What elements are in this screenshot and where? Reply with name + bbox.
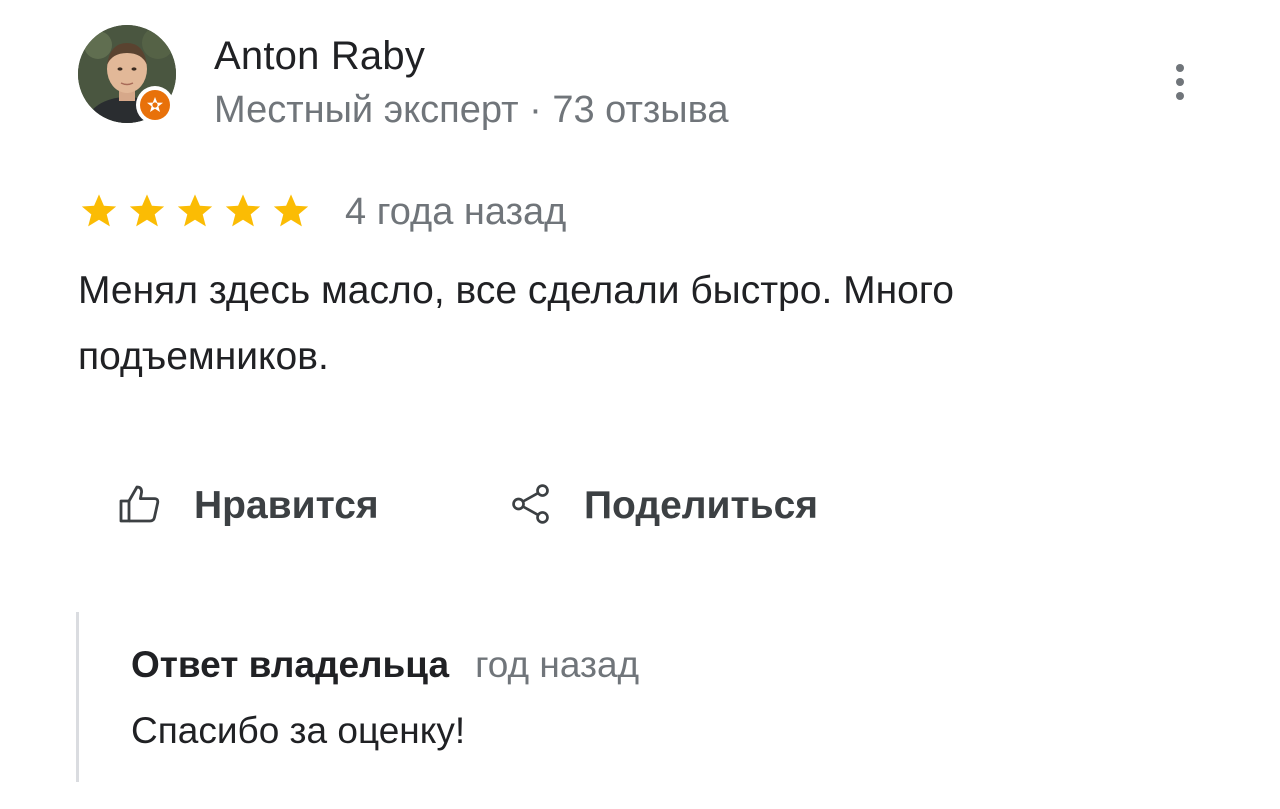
star-icon [126,190,168,232]
more-vert-icon [1176,64,1184,72]
star-rating [78,190,312,232]
local-guide-badge [136,86,174,124]
owner-reply: Ответ владельца год назад Спасибо за оцен… [76,612,1079,782]
star-icon [222,190,264,232]
like-label: Нравится [194,484,379,527]
more-options-button[interactable] [1160,58,1200,106]
review-card: Anton Raby Местный эксперт · 73 отзыва 4… [0,0,1280,809]
thumb-up-icon [116,480,164,533]
share-button[interactable]: Поделиться [508,478,818,534]
owner-reply-date: год назад [475,644,640,685]
owner-reply-text: Спасибо за оценку! [131,710,466,751]
owner-reply-header: Ответ владельца год назад [131,644,639,686]
star-icon [270,190,312,232]
review-date: 4 года назад [345,191,567,233]
review-text: Менял здесь масло, все сделали быстро. М… [78,269,954,378]
star-icon [174,190,216,232]
like-button[interactable]: Нравится [116,478,379,534]
star-icon [78,190,120,232]
local-guide-badge-icon [140,90,170,120]
owner-reply-title: Ответ владельца [131,644,450,685]
share-icon [508,481,554,532]
author-meta: Местный эксперт · 73 отзыва [214,89,729,131]
author-name[interactable]: Anton Raby [214,30,425,82]
share-label: Поделиться [584,484,819,527]
